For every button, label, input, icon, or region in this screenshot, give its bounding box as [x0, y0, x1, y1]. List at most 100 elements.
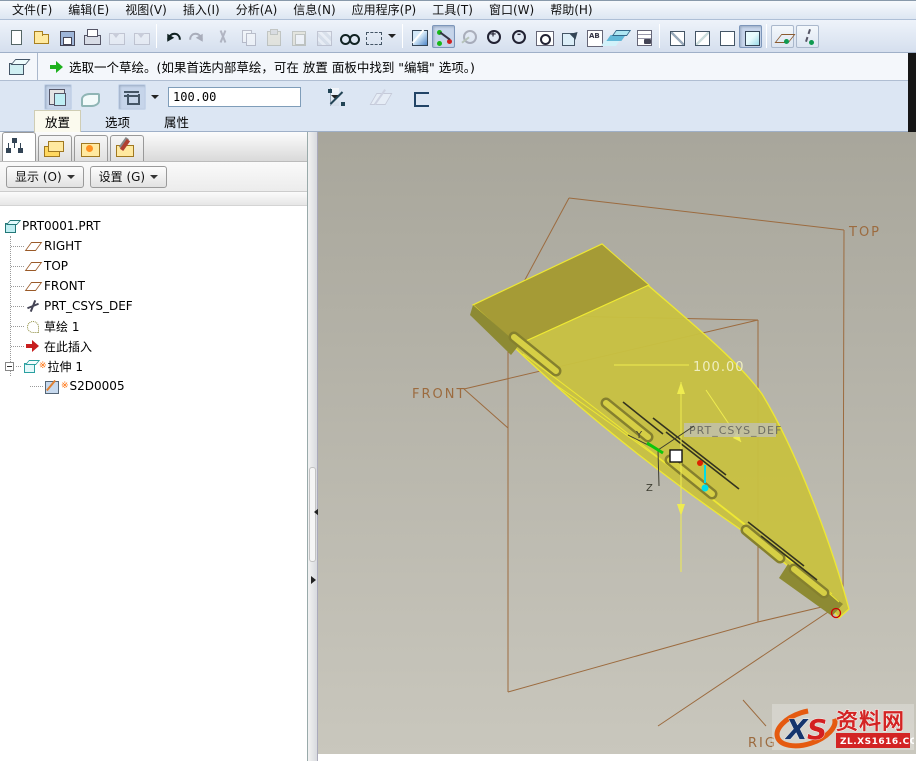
model-tree: PRT0001.PRT RIGHT TOP FRONT PRT_CSYS_DEF: [0, 206, 307, 761]
menu-help[interactable]: 帮助(H): [542, 1, 600, 19]
save-icon[interactable]: [54, 25, 77, 48]
select-rect-dropdown-icon[interactable]: [388, 34, 396, 38]
settings-dropdown-button[interactable]: 设置 (G): [90, 166, 167, 188]
menu-insert[interactable]: 插入(I): [175, 1, 228, 19]
favorites-tab-icon[interactable]: [74, 135, 108, 161]
datum-plane-icon: [26, 279, 40, 293]
top-plane-label: TOP: [848, 225, 881, 240]
cut-icon[interactable]: [211, 25, 234, 48]
dashboard: 放置 选项 属性: [0, 81, 916, 132]
viewport-background: [318, 132, 916, 754]
new-file-icon[interactable]: [4, 25, 27, 48]
tree-item-label: PRT_CSYS_DEF: [44, 299, 133, 313]
depth-option-dropdown-icon[interactable]: [151, 95, 159, 99]
tree-row[interactable]: 在此插入: [0, 336, 307, 356]
zoom-in-icon[interactable]: [482, 25, 505, 48]
send-email-icon[interactable]: [104, 25, 127, 48]
print-icon[interactable]: [79, 25, 102, 48]
show-dropdown-button[interactable]: 显示 (O): [6, 166, 84, 188]
depth-blind-button[interactable]: [118, 84, 146, 110]
annotations-icon[interactable]: [582, 25, 605, 48]
menu-info[interactable]: 信息(N): [285, 1, 343, 19]
csys-icon: [26, 299, 40, 313]
menu-applications[interactable]: 应用程序(P): [344, 1, 425, 19]
tab-placement[interactable]: 放置: [34, 110, 81, 132]
toolbar-separator: [156, 24, 157, 48]
repaint-icon[interactable]: [407, 25, 430, 48]
zoom-out-icon[interactable]: [507, 25, 530, 48]
hidden-line-icon[interactable]: [689, 25, 712, 48]
watermark-url: ZL.XS1616.COM: [840, 737, 914, 747]
menu-window[interactable]: 窗口(W): [481, 1, 542, 19]
orient-mode-icon[interactable]: [457, 25, 480, 48]
connections-tab-icon[interactable]: [110, 135, 144, 161]
tree-row[interactable]: PRT0001.PRT: [0, 216, 307, 236]
extrude-feature-icon: [23, 359, 37, 373]
open-icon[interactable]: [29, 25, 52, 48]
folder-browser-tab-icon[interactable]: [38, 135, 72, 161]
no-hidden-icon[interactable]: [714, 25, 737, 48]
menu-edit[interactable]: 编辑(E): [60, 1, 117, 19]
drag-handle[interactable]: [670, 450, 682, 462]
tree-row[interactable]: TOP: [0, 256, 307, 276]
proe-window: 文件(F) 编辑(E) 视图(V) 插入(I) 分析(A) 信息(N) 应用程序…: [0, 0, 916, 761]
menu-tools[interactable]: 工具(T): [424, 1, 481, 19]
layers-icon[interactable]: [607, 25, 630, 48]
menu-analysis[interactable]: 分析(A): [228, 1, 286, 19]
saved-views-icon[interactable]: [557, 25, 580, 48]
sketch-icon: [26, 319, 40, 333]
tree-row[interactable]: 草绘 1: [0, 316, 307, 336]
dashboard-tabs: 放置 选项 属性: [0, 112, 916, 132]
paste-icon[interactable]: [261, 25, 284, 48]
tab-options[interactable]: 选项: [95, 111, 140, 132]
regenerate-icon[interactable]: [311, 25, 334, 48]
wireframe-icon[interactable]: [664, 25, 687, 48]
watermark-x: X: [784, 713, 809, 746]
datum-plane-icon: [26, 239, 40, 253]
panel-splitter[interactable]: [308, 132, 318, 761]
menu-file[interactable]: 文件(F): [4, 1, 60, 19]
shaded-icon[interactable]: [739, 25, 762, 48]
tree-item-label: TOP: [44, 259, 68, 273]
find-icon[interactable]: [336, 25, 359, 48]
watermark-s: S: [807, 713, 827, 746]
sketch-edit-icon: [45, 379, 59, 393]
prompt-text: 选取一个草绘。(如果首选内部草绘，可在 放置 面板中找到 "编辑" 选项。): [69, 57, 475, 76]
tree-row[interactable]: ※ S2D0005: [0, 376, 307, 396]
view-manager-icon[interactable]: [632, 25, 655, 48]
datum-axis-display-icon[interactable]: [796, 25, 819, 48]
redo-icon[interactable]: [186, 25, 209, 48]
tree-row[interactable]: FRONT: [0, 276, 307, 296]
regenerate-marker: ※: [39, 361, 47, 371]
tree-row[interactable]: RIGHT: [0, 236, 307, 256]
remove-material-button[interactable]: [367, 84, 395, 110]
refit-icon[interactable]: [532, 25, 555, 48]
tree-row[interactable]: PRT_CSYS_DEF: [0, 296, 307, 316]
datum-plane-display-icon[interactable]: [771, 25, 794, 48]
toolbar-separator: [402, 24, 403, 48]
tree-toolbar: 显示 (O) 设置 (G): [0, 162, 307, 192]
solid-button[interactable]: [44, 84, 72, 110]
settings-button-label: 设置 (G): [99, 168, 145, 185]
datum-plane-icon: [26, 259, 40, 273]
dimension-value[interactable]: 100.00: [693, 360, 745, 375]
model-tree-tab-icon[interactable]: [2, 132, 36, 161]
surface-button[interactable]: [76, 84, 104, 110]
undo-icon[interactable]: [161, 25, 184, 48]
tab-properties[interactable]: 属性: [154, 111, 199, 132]
thicken-button[interactable]: [407, 84, 435, 110]
paste-special-icon[interactable]: [286, 25, 309, 48]
cyan-dot[interactable]: [702, 485, 709, 492]
flip-direction-button[interactable]: [323, 84, 351, 110]
spin-center-icon[interactable]: [432, 25, 455, 48]
tree-row[interactable]: ※ 拉伸 1: [0, 356, 307, 376]
collapse-expander-icon[interactable]: [5, 362, 14, 371]
menu-view[interactable]: 视图(V): [117, 1, 175, 19]
send-email-link-icon[interactable]: [129, 25, 152, 48]
tree-connector: [10, 236, 11, 376]
graphics-viewport[interactable]: TOP FRONT RIG: [318, 132, 916, 754]
depth-value-input[interactable]: [169, 90, 330, 104]
copy-icon[interactable]: [236, 25, 259, 48]
select-rect-icon[interactable]: [361, 25, 384, 48]
part-icon: [4, 219, 18, 233]
